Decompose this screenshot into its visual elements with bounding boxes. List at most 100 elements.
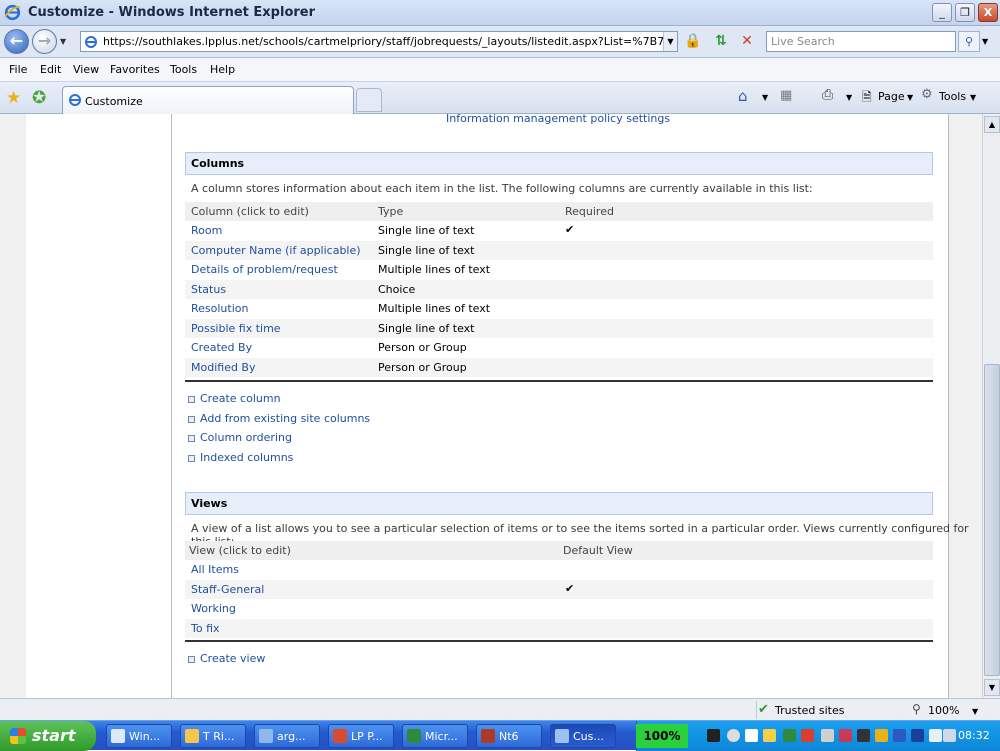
view-name-link[interactable]: Staff-General (191, 583, 264, 596)
column-ordering-link[interactable]: Column ordering (188, 431, 292, 444)
tray-app-icon[interactable] (763, 729, 776, 742)
scroll-down-icon[interactable]: ▼ (984, 679, 1000, 696)
taskbar-item-label: Win... (129, 730, 161, 743)
search-input[interactable]: Live Search (766, 31, 956, 52)
security-zone[interactable]: Trusted sites (775, 704, 845, 717)
add-existing-columns-link[interactable]: Add from existing site columns (188, 412, 370, 425)
back-arrow-icon[interactable] (727, 729, 740, 742)
column-name-link[interactable]: Possible fix time (191, 322, 281, 335)
column-name-link[interactable]: Created By (191, 341, 252, 354)
feeds-icon[interactable]: ▦ (780, 88, 792, 103)
print-icon[interactable]: ⎙ (822, 87, 833, 103)
column-name-link[interactable]: Room (191, 224, 222, 237)
tray-app-icon[interactable] (857, 729, 870, 742)
information-policy-link[interactable]: Information management policy settings (446, 114, 670, 125)
create-column-link[interactable]: Create column (188, 392, 281, 405)
tray-app-icon[interactable] (875, 729, 888, 742)
taskbar-item[interactable]: T Ri... (180, 724, 246, 748)
taskbar-item-label: Micr... (425, 730, 458, 743)
column-name-link[interactable]: Resolution (191, 302, 248, 315)
vertical-scrollbar[interactable]: ▲ ▼ (982, 114, 1000, 698)
favorites-star-icon[interactable]: ★ (6, 88, 21, 108)
tray-app-icon[interactable] (839, 729, 852, 742)
search-icon[interactable]: ⚲ (958, 31, 980, 52)
home-dropdown-icon[interactable]: ▼ (762, 93, 768, 102)
scroll-up-icon[interactable]: ▲ (984, 116, 1000, 133)
scrollbar-thumb[interactable] (984, 364, 1000, 676)
taskbar-item[interactable]: Nt6 (476, 724, 542, 748)
view-name-link[interactable]: Working (191, 602, 236, 615)
taskbar-item[interactable]: Win... (106, 724, 172, 748)
tray-app-icon[interactable] (783, 729, 796, 742)
column-type: Person or Group (378, 341, 467, 354)
lock-icon[interactable]: 🔒 (682, 31, 704, 53)
battery-indicator[interactable]: 100% (636, 724, 688, 748)
columns-table-divider (185, 380, 933, 382)
table-row: Computer Name (if applicable) Single lin… (185, 241, 933, 260)
minimize-button[interactable]: _ (932, 3, 952, 22)
bullet-icon (188, 434, 195, 442)
new-tab-button[interactable] (356, 88, 382, 112)
tab-customize[interactable]: Customize (62, 86, 354, 114)
status-divider (756, 701, 757, 719)
add-favorites-icon[interactable]: ✪ (32, 88, 46, 108)
taskbar-item-active[interactable]: Cus... (550, 724, 616, 748)
tools-dropdown-icon[interactable]: ▼ (970, 93, 976, 102)
address-field[interactable]: https://southlakes.lpplus.net/schools/ca… (80, 31, 678, 52)
table-row: Staff-General ✔ (185, 580, 933, 599)
column-required-header: Required (565, 205, 614, 218)
page-dropdown-icon[interactable]: ▼ (907, 93, 913, 102)
page-menu-button[interactable]: Page (878, 90, 905, 103)
menu-help[interactable]: Help (210, 63, 235, 76)
tray-app-icon[interactable] (801, 729, 814, 742)
restore-button[interactable]: ❐ (955, 3, 975, 22)
menu-favorites[interactable]: Favorites (110, 63, 160, 76)
power-icon[interactable] (707, 729, 720, 742)
indexed-columns-link[interactable]: Indexed columns (188, 451, 293, 464)
column-name-link[interactable]: Computer Name (if applicable) (191, 244, 361, 257)
print-dropdown-icon[interactable]: ▼ (846, 93, 852, 102)
taskbar-item-label: T Ri... (203, 730, 235, 743)
create-view-link[interactable]: Create view (188, 652, 265, 665)
network-icon[interactable] (929, 729, 942, 742)
zoom-level[interactable]: 100% (928, 704, 959, 717)
close-button[interactable]: X (978, 3, 998, 22)
table-row: Room Single line of text ✔ (185, 221, 933, 240)
right-margin (948, 114, 982, 698)
start-button[interactable]: start (0, 721, 96, 751)
zoom-icon: ⚲ (912, 702, 921, 716)
menu-file[interactable]: File (9, 63, 27, 76)
address-dropdown-icon[interactable]: ▼ (663, 32, 677, 51)
view-name-link[interactable]: To fix (191, 622, 220, 635)
excel-icon (407, 729, 421, 743)
home-icon[interactable]: ⌂ (738, 87, 748, 105)
column-name-link[interactable]: Status (191, 283, 226, 296)
column-type: Multiple lines of text (378, 263, 491, 276)
column-name-link[interactable]: Modified By (191, 361, 256, 374)
taskbar-item[interactable]: Micr... (402, 724, 468, 748)
taskbar-item[interactable]: arg... (254, 724, 320, 748)
clock[interactable]: 08:32 (958, 729, 990, 742)
menu-edit[interactable]: Edit (40, 63, 61, 76)
tray-app-icon[interactable] (745, 729, 758, 742)
column-name-link[interactable]: Details of problem/request (191, 263, 338, 276)
search-options-dropdown-icon[interactable]: ▼ (982, 37, 988, 46)
recent-pages-dropdown-icon[interactable]: ▼ (60, 37, 66, 46)
volume-icon[interactable] (943, 729, 956, 742)
refresh-icon[interactable]: ⇅ (710, 31, 732, 53)
tray-app-icon[interactable] (893, 729, 906, 742)
stop-icon[interactable]: ✕ (736, 31, 758, 53)
zoom-dropdown-icon[interactable]: ▼ (972, 707, 978, 716)
media-icon[interactable] (911, 729, 924, 742)
view-name-link[interactable]: All Items (191, 563, 239, 576)
tools-menu-button[interactable]: Tools (939, 90, 966, 103)
taskbar-item[interactable]: LP P... (328, 724, 394, 748)
tray-app-icon[interactable] (821, 729, 834, 742)
back-button[interactable]: ← (4, 29, 29, 54)
forward-button[interactable]: → (32, 29, 57, 54)
app-icon (185, 729, 199, 743)
menu-tools[interactable]: Tools (170, 63, 197, 76)
page-icon (85, 36, 97, 48)
columns-section-heading: Columns (185, 152, 933, 175)
menu-view[interactable]: View (73, 63, 99, 76)
